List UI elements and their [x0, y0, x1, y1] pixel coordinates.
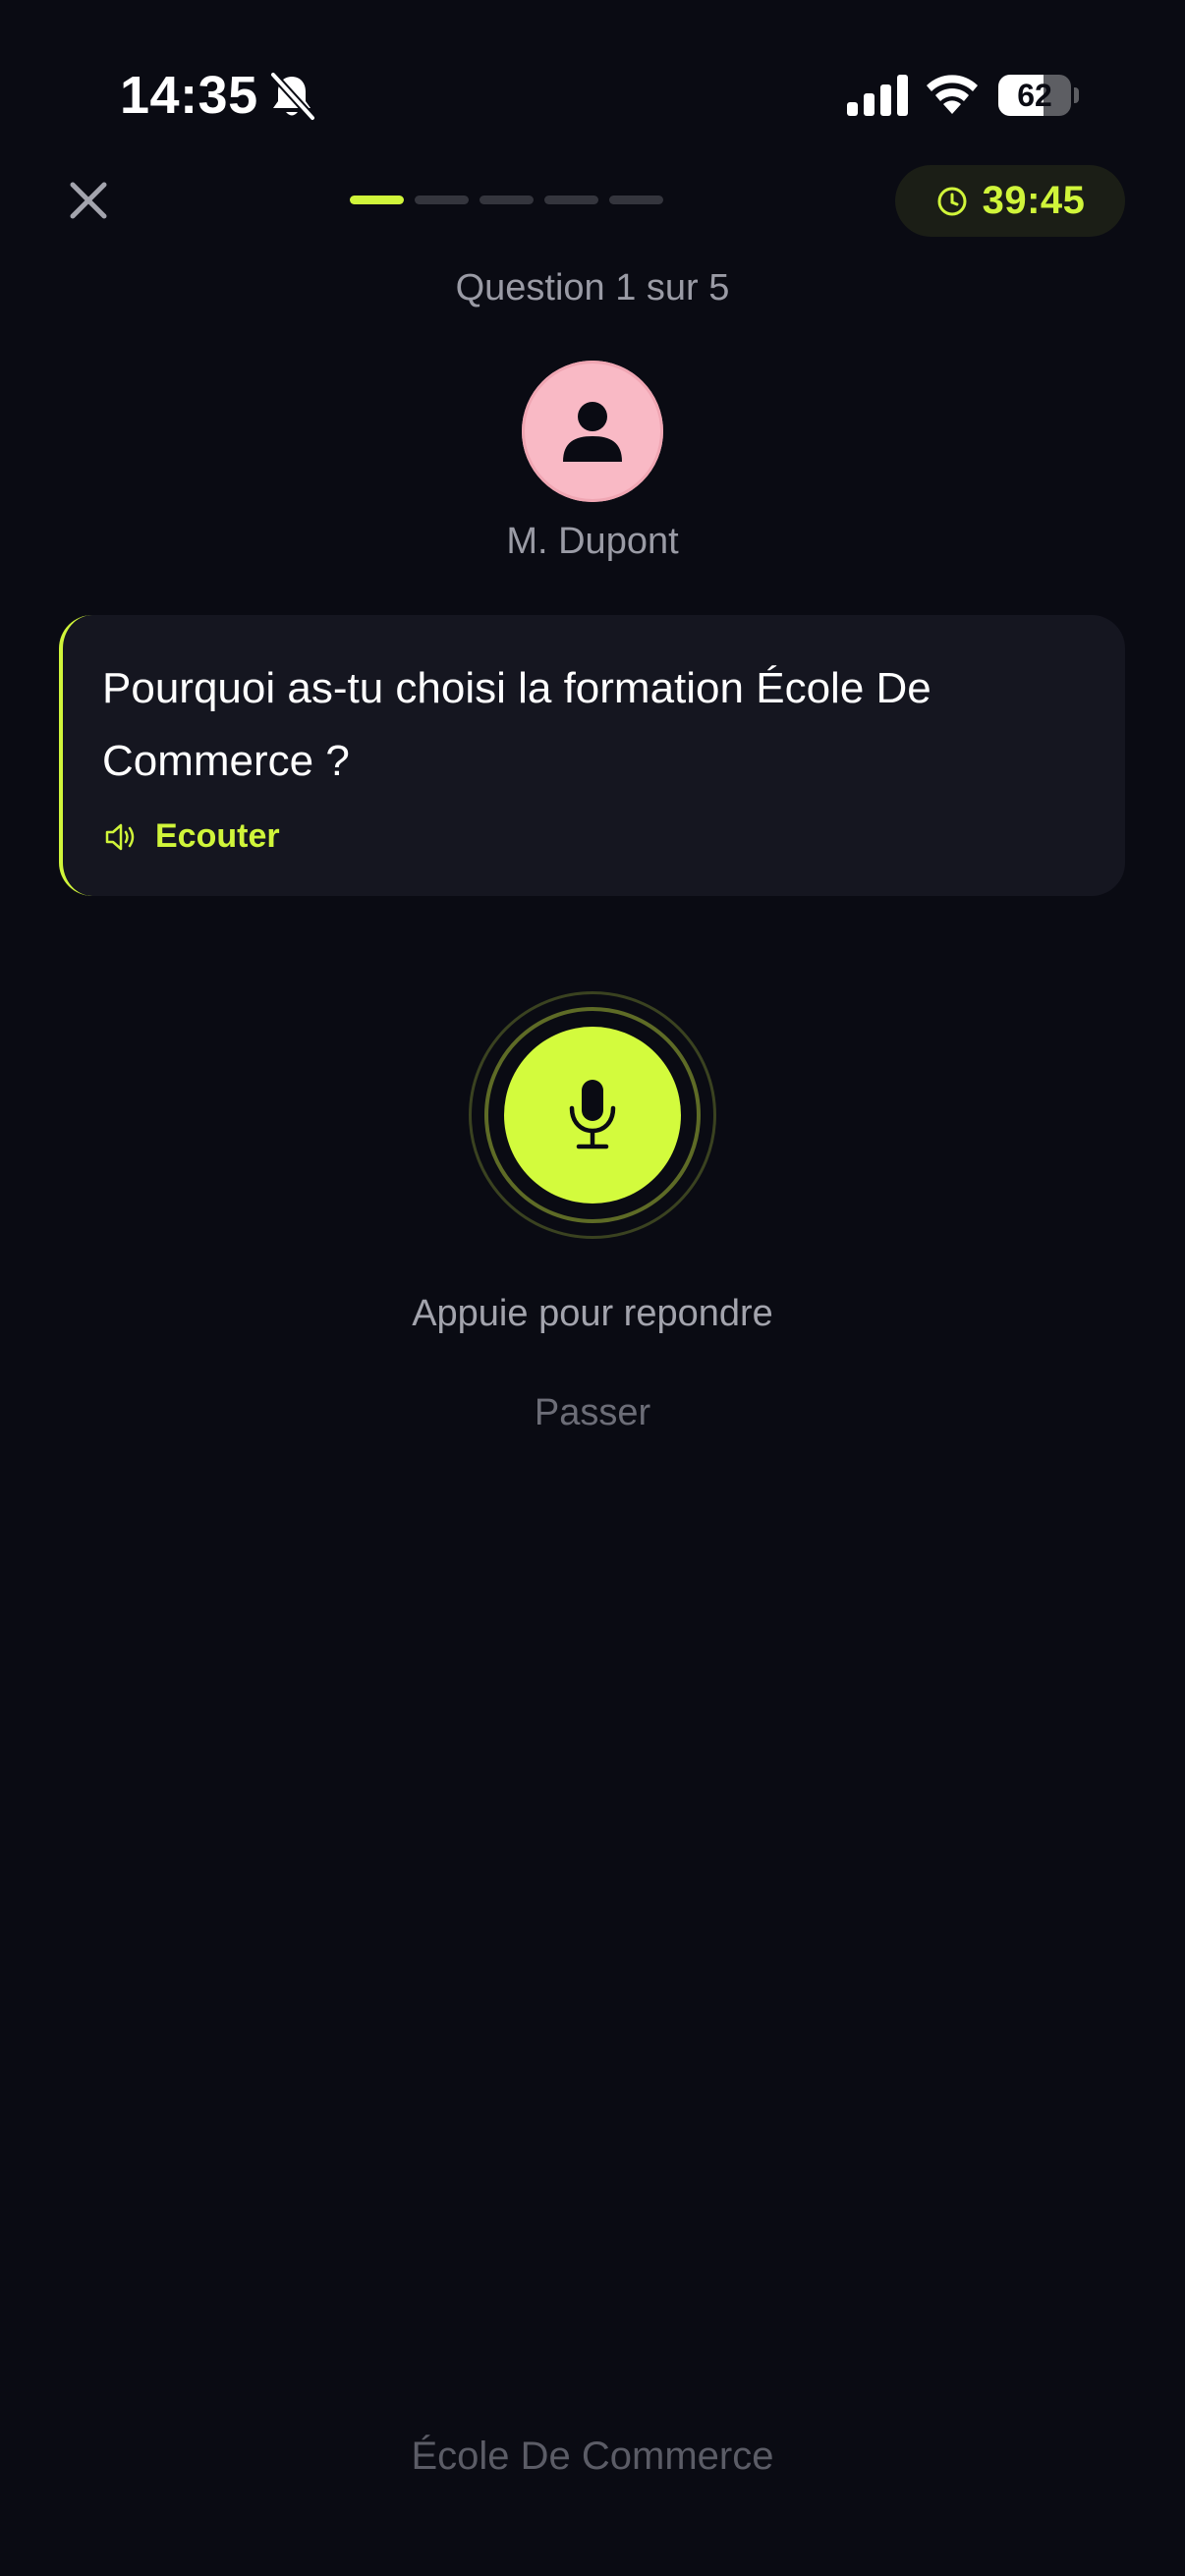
question-card: Pourquoi as-tu choisi la formation École… — [59, 615, 1125, 896]
battery-percent: 62 — [1017, 78, 1052, 113]
skip-button[interactable]: Passer — [494, 1388, 691, 1437]
person-icon — [563, 402, 622, 462]
progress-segment — [544, 196, 598, 204]
question-progress — [350, 196, 663, 204]
listen-label: Ecouter — [155, 817, 280, 855]
signal-icon — [847, 75, 908, 116]
question-text: Pourquoi as-tu choisi la formation École… — [102, 664, 931, 785]
microphone-icon — [569, 1080, 616, 1149]
listen-button[interactable]: Ecouter — [104, 817, 280, 856]
timer-value: 39:45 — [982, 179, 1086, 222]
wifi-icon — [924, 71, 981, 116]
timer-badge: 39:45 — [895, 165, 1125, 237]
bell-off-icon — [267, 71, 316, 122]
progress-segment — [350, 196, 404, 204]
record-answer-button[interactable] — [504, 1027, 681, 1204]
close-icon — [70, 182, 107, 219]
battery-icon: 62 — [998, 75, 1079, 116]
school-name: École De Commerce — [411, 2435, 774, 2478]
progress-segment — [415, 196, 469, 204]
close-button[interactable] — [57, 169, 120, 232]
mic-hint: Appuie pour repondre — [412, 1293, 773, 1334]
clock-icon — [937, 187, 967, 215]
question-counter: Question 1 sur 5 — [455, 267, 730, 308]
avatar — [522, 361, 663, 502]
speaker-icon — [105, 823, 135, 850]
interviewer-name: M. Dupont — [506, 521, 679, 562]
progress-segment — [609, 196, 663, 204]
status-time: 14:35 — [120, 66, 258, 125]
progress-segment — [480, 196, 534, 204]
